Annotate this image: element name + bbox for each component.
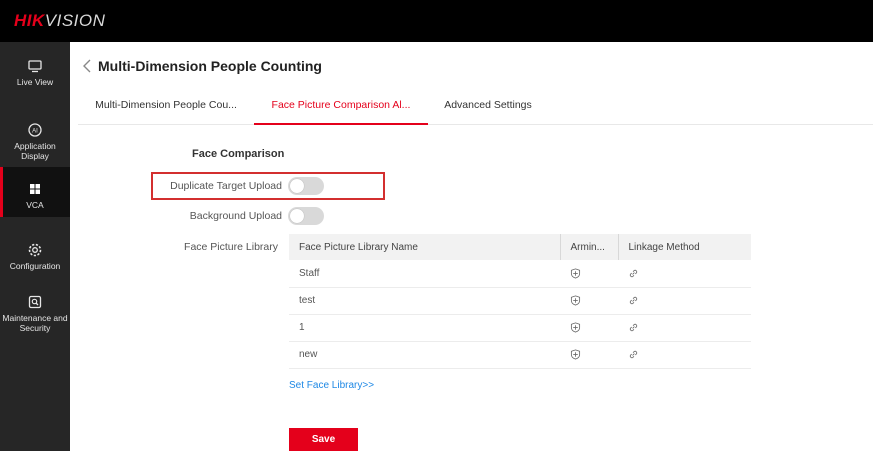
table-row: 1: [289, 314, 751, 342]
background-upload-label: Background Upload: [189, 210, 282, 222]
sidebar-item-configuration[interactable]: Configuration: [0, 238, 70, 274]
face-picture-library-label: Face Picture Library: [184, 241, 278, 253]
tab-bar: Multi-Dimension People Cou... Face Pictu…: [78, 88, 873, 125]
shield-icon[interactable]: [570, 268, 581, 279]
shield-icon[interactable]: [570, 295, 581, 306]
sidebar-item-vca[interactable]: VCA: [0, 167, 70, 217]
top-bar: HIKVISION: [0, 0, 873, 42]
column-header-linkage-method: Linkage Method: [617, 234, 751, 260]
table-header-row: Face Picture Library Name Armin... Linka…: [289, 234, 751, 260]
sidebar-item-label: VCA: [26, 200, 44, 210]
library-name-cell: test: [289, 287, 560, 315]
gear-icon: [28, 243, 42, 257]
table-row: test: [289, 287, 751, 315]
table-row: Staff: [289, 260, 751, 288]
column-header-library-name: Face Picture Library Name: [289, 234, 560, 260]
shield-icon[interactable]: [570, 322, 581, 333]
background-upload-toggle[interactable]: [288, 207, 324, 225]
sidebar-item-label: Maintenance and Security: [2, 313, 68, 333]
link-icon[interactable]: [628, 322, 639, 333]
sidebar-item-label: Application Display: [14, 141, 56, 161]
ai-icon: AI: [28, 123, 42, 137]
sidebar-item-live-view[interactable]: Live View: [0, 54, 70, 94]
tab-multi-dimension-people-counting[interactable]: Multi-Dimension People Cou...: [78, 88, 254, 125]
sidebar-item-label: Configuration: [9, 261, 61, 271]
sidebar-item-maintenance-security[interactable]: Maintenance and Security: [0, 290, 70, 334]
svg-text:AI: AI: [32, 129, 38, 135]
column-header-arming: Armin...: [559, 234, 618, 260]
grid-icon: [30, 184, 40, 194]
page-header: Multi-Dimension People Counting: [80, 54, 322, 78]
link-icon[interactable]: [628, 295, 639, 306]
tab-advanced-settings[interactable]: Advanced Settings: [428, 88, 548, 125]
sidebar-item-label: Live View: [16, 77, 54, 87]
monitor-icon: [28, 60, 42, 73]
page-title: Multi-Dimension People Counting: [98, 58, 322, 74]
face-library-table: Face Picture Library Name Armin... Linka…: [289, 234, 751, 369]
tab-face-picture-comparison[interactable]: Face Picture Comparison Al...: [254, 88, 428, 125]
shield-icon[interactable]: [570, 349, 581, 360]
library-name-cell: Staff: [289, 260, 560, 288]
section-title: Face Comparison: [192, 148, 285, 160]
hikvision-logo: HIKVISION: [14, 11, 106, 30]
sidebar-item-application-display[interactable]: AI Application Display: [0, 118, 70, 162]
sidebar: Live View AI Application Display VCA Con…: [0, 42, 70, 451]
library-name-cell: 1: [289, 314, 560, 342]
library-name-cell: new: [289, 341, 560, 369]
table-row: new: [289, 341, 751, 369]
link-icon[interactable]: [628, 349, 639, 360]
set-face-library-link[interactable]: Set Face Library>>: [289, 380, 374, 391]
link-icon[interactable]: [628, 268, 639, 279]
chevron-left-icon[interactable]: [80, 57, 94, 75]
save-button[interactable]: Save: [289, 428, 358, 451]
highlight-box: [151, 172, 385, 200]
toggle-knob: [290, 209, 304, 223]
maintenance-icon: [28, 295, 42, 309]
